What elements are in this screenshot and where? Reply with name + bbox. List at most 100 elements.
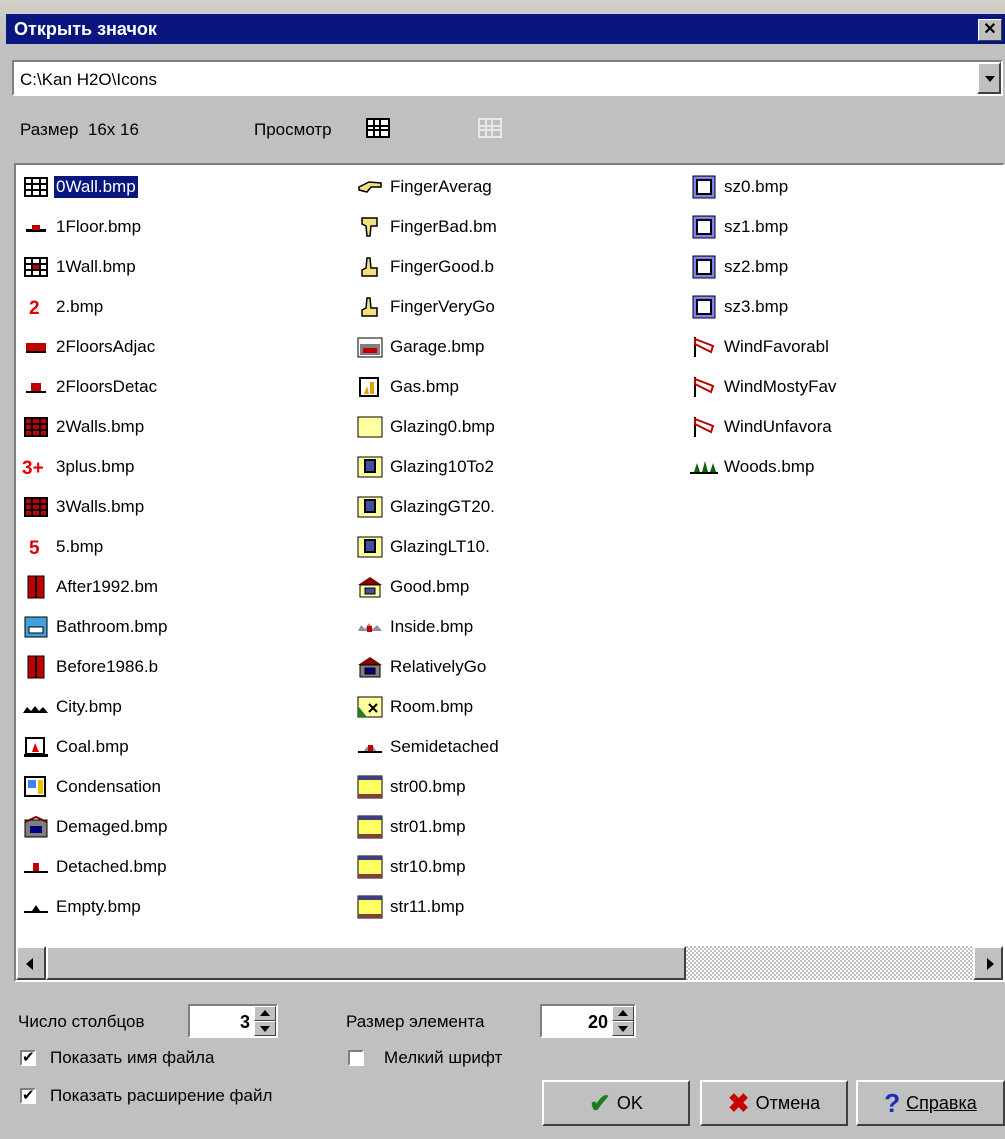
file-item[interactable]: RelativelyGo [352,649,488,685]
scroll-left-button[interactable] [16,946,46,980]
file-item[interactable]: City.bmp [18,689,124,725]
path-value: C:\Kan H2O\Icons [20,70,158,89]
show-extension-checkbox[interactable] [20,1086,36,1104]
size-frame-icon [690,295,718,319]
small-font-option[interactable]: Мелкий шрифт [348,1048,502,1068]
file-name: WindFavorabl [724,337,829,356]
file-item[interactable]: 3+ 3plus.bmp [18,449,136,485]
file-item[interactable]: str10.bmp [352,849,468,885]
file-item[interactable]: Coal.bmp [18,729,131,765]
file-item[interactable]: 1Floor.bmp [18,209,143,245]
file-item[interactable]: FingerGood.b [352,249,496,285]
columns-up-button[interactable] [254,1006,276,1021]
file-item[interactable]: WindFavorabl [686,329,831,365]
stripe-icon [356,855,384,879]
file-name: WindUnfavora [724,417,832,436]
finger-very-good-icon [356,296,384,318]
path-dropdown-button[interactable] [977,62,1001,94]
door-icon [22,575,50,599]
file-item[interactable]: Condensation [18,769,163,805]
file-item[interactable]: After1992.bm [18,569,160,605]
file-item[interactable]: 2FloorsDetac [18,369,159,405]
file-item[interactable]: str11.bmp [352,889,466,925]
file-item[interactable]: Gas.bmp [352,369,461,405]
file-item[interactable]: Good.bmp [352,569,471,605]
file-item[interactable]: 3Walls.bmp [18,489,146,525]
file-item[interactable]: Semidetached [352,729,501,765]
ok-button[interactable]: ✔ OK [542,1080,690,1126]
stripe-icon [356,815,384,839]
walls-icon [22,496,50,518]
file-item[interactable]: FingerBad.bm [352,209,499,245]
file-item[interactable]: WindMostyFav [686,369,838,405]
file-name: str11.bmp [390,897,465,916]
file-item[interactable]: WindUnfavora [686,409,834,445]
file-item[interactable]: str00.bmp [352,769,468,805]
file-item[interactable]: Glazing10To2 [352,449,496,485]
file-name: sz3.bmp [724,297,789,316]
file-item[interactable]: 2 2.bmp [18,289,105,325]
file-item[interactable]: GlazingLT10. [352,529,492,565]
file-item[interactable]: GlazingGT20. [352,489,497,525]
file-item[interactable]: Glazing0.bmp [352,409,497,445]
file-name: WindMostyFav [724,377,837,396]
file-name: 2FloorsDetac [56,377,158,396]
file-name: Bathroom.bmp [56,617,168,636]
file-item[interactable]: sz2.bmp [686,249,790,285]
scroll-right-button[interactable] [973,946,1003,980]
file-list[interactable]: 0Wall.bmp 1Floor.bmp 1Wall.bmp 2 2.bmp 2Floor… [14,163,1005,982]
file-item[interactable]: Empty.bmp [18,889,143,925]
file-item[interactable]: Woods.bmp [686,449,816,485]
columns-down-button[interactable] [254,1021,276,1036]
path-combobox[interactable]: C:\Kan H2O\Icons [12,60,1003,96]
file-name: Empty.bmp [56,897,141,916]
file-name: RelativelyGo [390,657,487,676]
file-item[interactable]: FingerAverag [352,169,494,205]
size-info: Размер 16x 16 [20,120,139,140]
semidetached-icon [356,736,384,758]
file-name: sz2.bmp [724,257,789,276]
file-item[interactable]: sz3.bmp [686,289,790,325]
file-item[interactable]: FingerVeryGo [352,289,497,325]
file-item[interactable]: 5 5.bmp [18,529,105,565]
close-button[interactable]: ✕ [978,19,1002,41]
scroll-thumb[interactable] [46,946,686,980]
element-size-up-button[interactable] [612,1006,634,1021]
file-item[interactable]: Demaged.bmp [18,809,170,845]
glazing-window-icon [356,456,384,478]
show-name-checkbox[interactable] [20,1048,36,1066]
file-item[interactable]: sz0.bmp [686,169,790,205]
file-name: str10.bmp [390,857,466,876]
cancel-button[interactable]: ✖ Отмена [700,1080,848,1126]
damaged-house-icon [22,816,50,838]
file-item[interactable]: 2Walls.bmp [18,409,146,445]
element-size-down-button[interactable] [612,1021,634,1036]
file-item[interactable]: sz1.bmp [686,209,790,245]
horizontal-scrollbar[interactable] [16,946,1003,980]
file-item[interactable]: 0Wall.bmp [18,169,139,205]
file-item[interactable]: Room.bmp [352,689,475,725]
file-item[interactable]: Before1986.b [18,649,160,685]
columns-stepper[interactable]: 3 [188,1004,278,1038]
file-name: City.bmp [56,697,122,716]
help-button[interactable]: ? Справка [856,1080,1005,1126]
wall-red-icon [22,256,50,278]
file-item[interactable]: 2FloorsAdjac [18,329,157,365]
file-item[interactable]: str01.bmp [352,809,468,845]
element-size-stepper[interactable]: 20 [540,1004,636,1038]
show-name-option[interactable]: Показать имя файла [20,1048,214,1068]
cancel-label: Отмена [755,1092,821,1113]
file-item[interactable]: Bathroom.bmp [18,609,170,645]
small-font-checkbox[interactable] [348,1050,364,1066]
file-item[interactable]: Inside.bmp [352,609,475,645]
checkmark-icon: ✔ [589,1087,611,1118]
file-item[interactable]: Garage.bmp [352,329,487,365]
grid-view-icon[interactable] [366,118,390,143]
file-item[interactable]: Detached.bmp [18,849,169,885]
file-item[interactable]: 1Wall.bmp [18,249,138,285]
show-extension-option[interactable]: Показать расширение файл [20,1086,272,1106]
file-name: Semidetached [390,737,499,756]
size-frame-icon [690,255,718,279]
scroll-track[interactable] [686,946,973,980]
cross-icon: ✖ [727,1087,750,1118]
